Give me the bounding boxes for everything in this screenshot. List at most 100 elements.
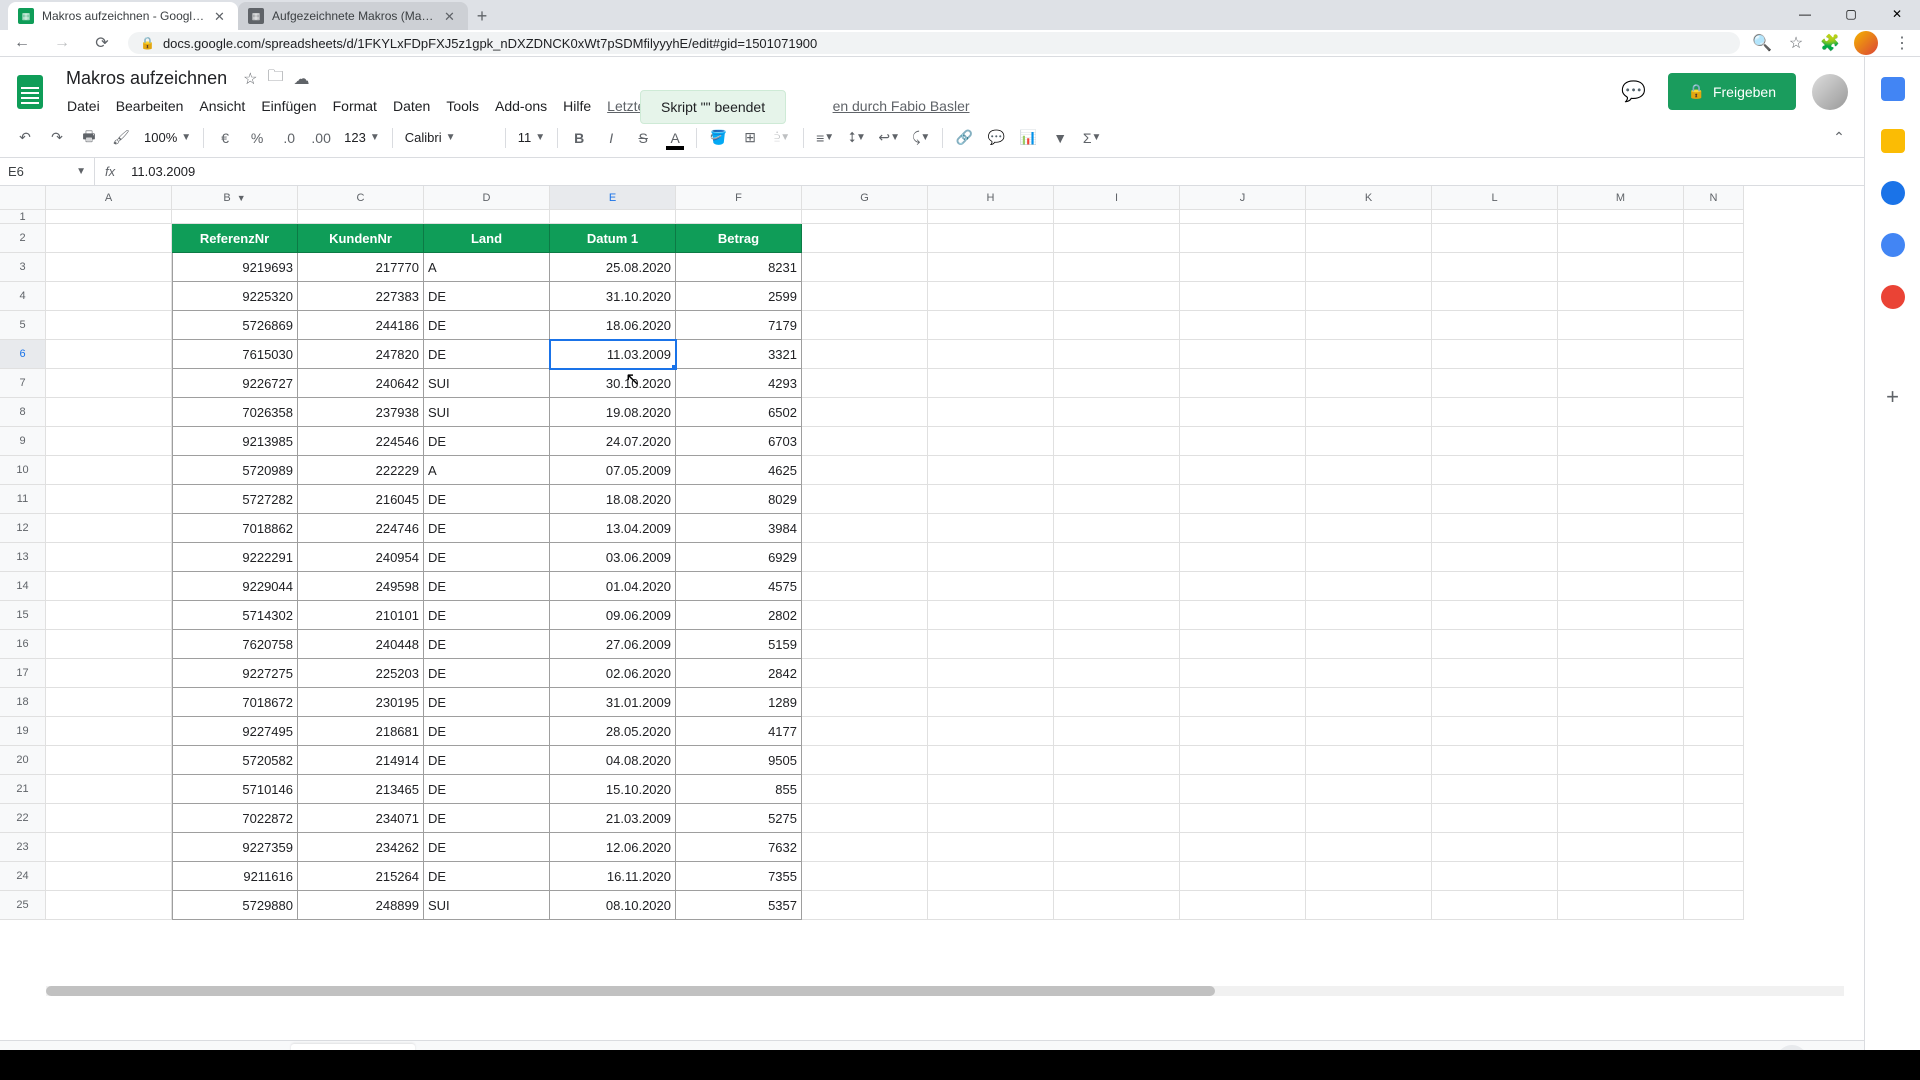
- row-header-5[interactable]: 5: [0, 311, 46, 340]
- cell-L4[interactable]: [1432, 282, 1558, 311]
- cell-A8[interactable]: [46, 398, 172, 427]
- cell-A24[interactable]: [46, 862, 172, 891]
- column-header-I[interactable]: I: [1054, 186, 1180, 210]
- font-select[interactable]: Calibri▼: [399, 124, 499, 152]
- cell-J20[interactable]: [1180, 746, 1306, 775]
- cell-L10[interactable]: [1432, 456, 1558, 485]
- column-header-F[interactable]: F: [676, 186, 802, 210]
- cell-C22[interactable]: 234071: [298, 804, 424, 833]
- cell-I22[interactable]: [1054, 804, 1180, 833]
- cell-N5[interactable]: [1684, 311, 1744, 340]
- cell-J12[interactable]: [1180, 514, 1306, 543]
- bookmark-icon[interactable]: ☆: [1786, 33, 1806, 53]
- column-header-A[interactable]: A: [46, 186, 172, 210]
- cell-L2[interactable]: [1432, 224, 1558, 253]
- cell-L11[interactable]: [1432, 485, 1558, 514]
- cell-F17[interactable]: 2842: [676, 659, 802, 688]
- cell-H5[interactable]: [928, 311, 1054, 340]
- cell-J5[interactable]: [1180, 311, 1306, 340]
- name-box[interactable]: E6▼: [0, 158, 95, 185]
- cell-G5[interactable]: [802, 311, 928, 340]
- bold-button[interactable]: B: [564, 124, 594, 152]
- document-title[interactable]: Makros aufzeichnen: [60, 66, 233, 91]
- cell-F15[interactable]: 2802: [676, 601, 802, 630]
- cell-C24[interactable]: 215264: [298, 862, 424, 891]
- cell-A22[interactable]: [46, 804, 172, 833]
- row-header-7[interactable]: 7: [0, 369, 46, 398]
- cell-F22[interactable]: 5275: [676, 804, 802, 833]
- cell-I3[interactable]: [1054, 253, 1180, 282]
- cell-H1[interactable]: [928, 210, 1054, 224]
- cell-K22[interactable]: [1306, 804, 1432, 833]
- cell-D14[interactable]: DE: [424, 572, 550, 601]
- cell-A10[interactable]: [46, 456, 172, 485]
- cell-M8[interactable]: [1558, 398, 1684, 427]
- cell-E15[interactable]: 09.06.2009: [550, 601, 676, 630]
- cell-B15[interactable]: 5714302: [172, 601, 298, 630]
- cell-A20[interactable]: [46, 746, 172, 775]
- cell-B16[interactable]: 7620758: [172, 630, 298, 659]
- select-all-corner[interactable]: [0, 186, 46, 210]
- cell-H24[interactable]: [928, 862, 1054, 891]
- cell-H21[interactable]: [928, 775, 1054, 804]
- cell-J10[interactable]: [1180, 456, 1306, 485]
- cell-I5[interactable]: [1054, 311, 1180, 340]
- cell-J23[interactable]: [1180, 833, 1306, 862]
- cell-G19[interactable]: [802, 717, 928, 746]
- cell-A19[interactable]: [46, 717, 172, 746]
- cell-H4[interactable]: [928, 282, 1054, 311]
- cell-N1[interactable]: [1684, 210, 1744, 224]
- cell-J9[interactable]: [1180, 427, 1306, 456]
- cell-B10[interactable]: 5720989: [172, 456, 298, 485]
- cell-A16[interactable]: [46, 630, 172, 659]
- cell-M21[interactable]: [1558, 775, 1684, 804]
- percent-button[interactable]: %: [242, 124, 272, 152]
- cell-A17[interactable]: [46, 659, 172, 688]
- cell-I15[interactable]: [1054, 601, 1180, 630]
- italic-button[interactable]: I: [596, 124, 626, 152]
- row-header-23[interactable]: 23: [0, 833, 46, 862]
- cell-D17[interactable]: DE: [424, 659, 550, 688]
- cell-N3[interactable]: [1684, 253, 1744, 282]
- cell-B4[interactable]: 9225320: [172, 282, 298, 311]
- cell-L14[interactable]: [1432, 572, 1558, 601]
- cell-B6[interactable]: 7615030: [172, 340, 298, 369]
- cell-N4[interactable]: [1684, 282, 1744, 311]
- cell-F23[interactable]: 7632: [676, 833, 802, 862]
- cell-E7[interactable]: 30.10.2020: [550, 369, 676, 398]
- cell-F8[interactable]: 6502: [676, 398, 802, 427]
- cell-F13[interactable]: 6929: [676, 543, 802, 572]
- cell-B1[interactable]: [172, 210, 298, 224]
- cell-E6[interactable]: 11.03.2009: [550, 340, 676, 369]
- cell-F18[interactable]: 1289: [676, 688, 802, 717]
- cell-I10[interactable]: [1054, 456, 1180, 485]
- row-header-2[interactable]: 2: [0, 224, 46, 253]
- cell-F2[interactable]: Betrag: [676, 224, 802, 253]
- column-header-H[interactable]: H: [928, 186, 1054, 210]
- cell-J14[interactable]: [1180, 572, 1306, 601]
- cell-K5[interactable]: [1306, 311, 1432, 340]
- cell-K23[interactable]: [1306, 833, 1432, 862]
- strikethrough-button[interactable]: S: [628, 124, 658, 152]
- cell-C15[interactable]: 210101: [298, 601, 424, 630]
- cell-A18[interactable]: [46, 688, 172, 717]
- cell-E2[interactable]: Datum 1: [550, 224, 676, 253]
- cell-C5[interactable]: 244186: [298, 311, 424, 340]
- cell-E10[interactable]: 07.05.2009: [550, 456, 676, 485]
- cell-N11[interactable]: [1684, 485, 1744, 514]
- vertical-align-button[interactable]: ⭥ ▼: [842, 124, 872, 152]
- cell-L21[interactable]: [1432, 775, 1558, 804]
- browser-tab-0[interactable]: ▦ Makros aufzeichnen - Google Ta ✕: [8, 2, 238, 30]
- cell-D21[interactable]: DE: [424, 775, 550, 804]
- cell-B19[interactable]: 9227495: [172, 717, 298, 746]
- row-header-11[interactable]: 11: [0, 485, 46, 514]
- cell-L22[interactable]: [1432, 804, 1558, 833]
- cell-N16[interactable]: [1684, 630, 1744, 659]
- cell-I21[interactable]: [1054, 775, 1180, 804]
- cell-C21[interactable]: 213465: [298, 775, 424, 804]
- cell-A6[interactable]: [46, 340, 172, 369]
- cell-C8[interactable]: 237938: [298, 398, 424, 427]
- cell-L1[interactable]: [1432, 210, 1558, 224]
- cell-D1[interactable]: [424, 210, 550, 224]
- column-header-L[interactable]: L: [1432, 186, 1558, 210]
